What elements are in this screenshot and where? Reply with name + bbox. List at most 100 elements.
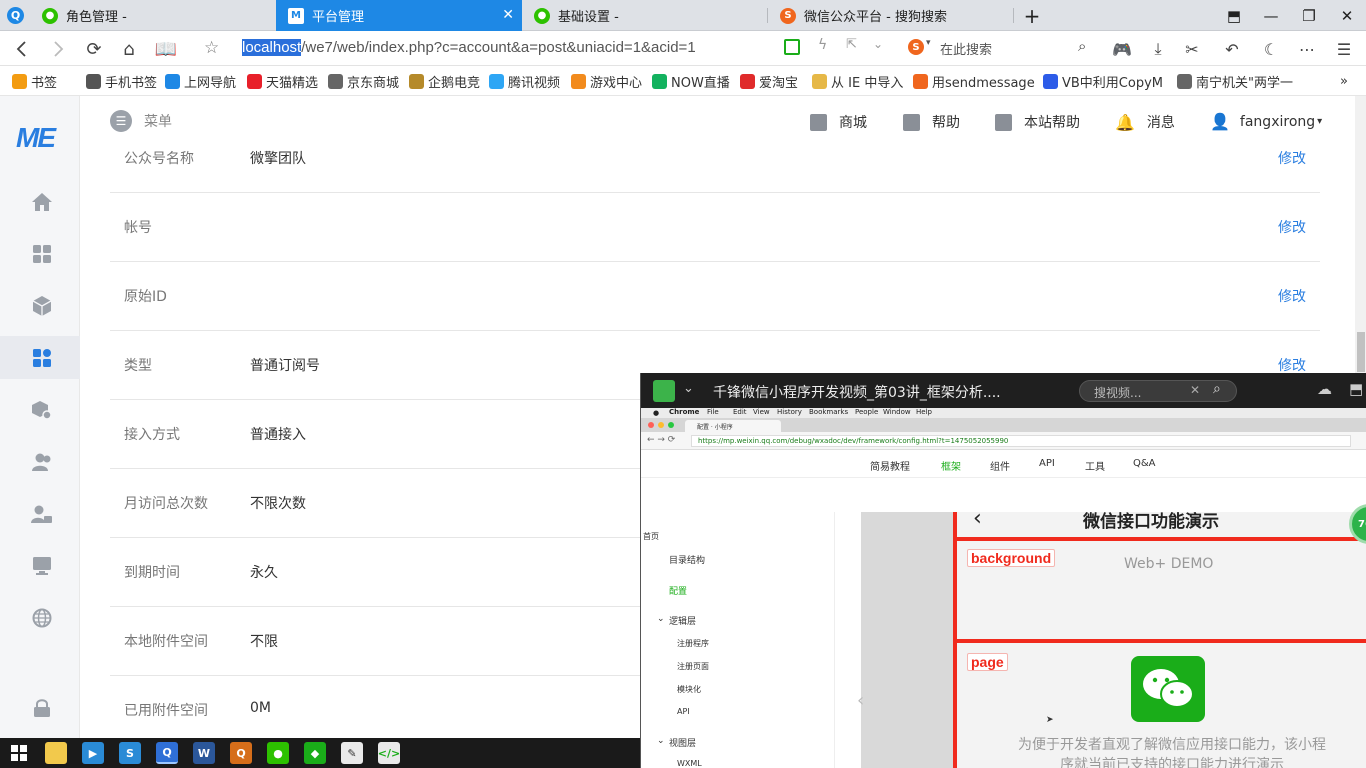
edit-link[interactable]: 修改 (1278, 286, 1306, 306)
gamepad-icon[interactable]: 🎮 (1110, 37, 1134, 61)
download-icon[interactable]: ⤓ (1146, 37, 1170, 61)
top-navigation: ☰ 菜单 商城 帮助 本站帮助 🔔 消息 👤 fangxirong ▾ (80, 96, 1355, 146)
site-help-link[interactable]: 本站帮助 (995, 112, 1080, 132)
browser-logo-icon[interactable]: Q (7, 7, 24, 24)
bookmark-label: 从 IE 中导入 (831, 75, 904, 91)
search-icon[interactable]: ⌕ (1078, 37, 1086, 55)
search-engine-dropdown-icon[interactable]: ▾ (926, 38, 931, 48)
close-tab-icon[interactable]: ✕ (502, 7, 514, 23)
edit-link[interactable]: 修改 (1278, 355, 1306, 375)
bookmark-item[interactable]: 京东商城 (328, 72, 399, 91)
menu-toggle[interactable]: ☰ 菜单 (110, 110, 172, 132)
doc-sidebar-item: 配置 (669, 587, 688, 597)
globe-icon[interactable] (28, 604, 56, 632)
browser-icon[interactable]: Q (156, 742, 178, 764)
player-logo-icon[interactable] (653, 380, 675, 402)
bookmark-item[interactable]: 天猫精选 (247, 72, 318, 91)
windows-start-icon[interactable] (8, 742, 30, 764)
cube-icon[interactable] (28, 292, 56, 320)
scissors-icon[interactable]: ✂ (1180, 37, 1204, 61)
user-dropdown[interactable]: 👤 fangxirong ▾ (1210, 112, 1322, 131)
skin-icon[interactable]: ☁ (1317, 380, 1332, 398)
bookmark-item[interactable]: 南宁机关"两学一 (1177, 72, 1293, 91)
word-icon[interactable]: W (193, 742, 215, 764)
we7-logo[interactable]: ME (16, 122, 56, 154)
bookmark-item[interactable]: 企鹅电竞 (409, 72, 481, 91)
tab-sogou-search[interactable]: S 微信公众平台 - 搜狗搜索 (768, 0, 1013, 31)
info-row: 原始ID 修改 (110, 262, 1320, 331)
search-icon[interactable]: ⌕ (1213, 381, 1237, 401)
bookmark-item[interactable]: 书签 (12, 72, 57, 91)
users-icon[interactable] (28, 448, 56, 476)
reader-mode-icon[interactable] (784, 39, 800, 55)
help-link[interactable]: 帮助 (903, 112, 960, 132)
bookmark-item[interactable]: NOW直播 (652, 72, 730, 91)
forward-button[interactable] (45, 36, 71, 62)
tab-menu-icon[interactable]: ⬒ (1215, 0, 1253, 31)
edit-link[interactable]: 修改 (1278, 148, 1306, 168)
menu-icon[interactable]: ☰ (1332, 37, 1356, 61)
bookmark-item[interactable]: 上网导航 (165, 72, 236, 91)
lightning-icon[interactable]: ϟ (818, 37, 827, 53)
more-bookmarks-icon[interactable]: » (1340, 72, 1348, 90)
bookmark-item[interactable]: 从 IE 中导入 (812, 72, 904, 91)
doc-sidebar-item: WXML (677, 759, 702, 768)
url-input[interactable]: localhost/we7/web/index.php?c=account&a=… (242, 39, 696, 56)
sogou-icon[interactable]: S (119, 742, 141, 764)
bookmark-item[interactable]: 手机书签 (86, 72, 157, 91)
back-button[interactable] (9, 36, 35, 62)
home-button[interactable]: ⌂ (116, 36, 142, 62)
tab-platform-management[interactable]: M 平台管理 ✕ (276, 0, 522, 31)
restore-button[interactable]: ❐ (1290, 0, 1328, 31)
messages-link[interactable]: 🔔 消息 (1115, 112, 1175, 132)
bookmark-item[interactable]: 游戏中心 (571, 72, 642, 91)
chevron-down-icon[interactable]: ⌄ (683, 381, 694, 396)
video-player-icon[interactable]: ▶ (82, 742, 104, 764)
chevron-down-icon[interactable]: ⌄ (873, 37, 883, 51)
apps-grid-icon[interactable] (28, 240, 56, 268)
bookmark-item[interactable]: VB中利用CopyM (1043, 72, 1163, 91)
user-lock-icon[interactable] (28, 500, 56, 528)
wechat-icon[interactable]: ● (267, 742, 289, 764)
bookmark-label: 企鹅电竞 (428, 75, 481, 91)
help-icon (903, 113, 920, 131)
qq-icon[interactable]: Q (230, 742, 252, 764)
minimize-button[interactable]: — (1252, 0, 1290, 31)
video-player-window[interactable]: ⌄ 千锋微信小程序开发视频_第03讲_框架分析.... 搜视频... ✕ ⌕ ☁… (640, 373, 1366, 768)
monitor-icon[interactable] (28, 552, 56, 580)
tencent-video-icon (489, 73, 504, 89)
bookmark-item[interactable]: 用sendmessage (913, 72, 1035, 91)
night-mode-icon[interactable]: ☾ (1259, 37, 1283, 61)
home-icon[interactable] (28, 188, 56, 216)
close-window-button[interactable]: ✕ (1328, 0, 1366, 31)
share-icon[interactable]: ⇱ (846, 37, 857, 52)
reload-button[interactable]: ⟳ (81, 36, 107, 62)
pin-icon[interactable]: ⬒ (1349, 380, 1363, 398)
more-icon[interactable]: ⋯ (1295, 37, 1319, 61)
bookmark-item[interactable]: 腾讯视频 (489, 72, 560, 91)
notepad-icon[interactable]: ✎ (341, 742, 363, 764)
mac-window-buttons (648, 422, 678, 428)
clear-icon[interactable]: ✕ (1190, 383, 1200, 397)
module-settings-icon[interactable] (28, 396, 56, 424)
code-editor-icon[interactable]: </> (378, 742, 400, 764)
tab-role-management[interactable]: ● 角色管理 - (30, 0, 275, 31)
url-box[interactable]: ☆ localhost/we7/web/index.php?c=account&… (196, 35, 900, 62)
tab-basic-settings[interactable]: ● 基础设置 - (522, 0, 767, 31)
page-scrollbar-thumb[interactable] (1357, 332, 1365, 372)
file-explorer-icon[interactable] (45, 742, 67, 764)
new-tab-button[interactable]: + (1013, 0, 1051, 31)
reader-icon[interactable]: 📖 (153, 36, 179, 62)
search-input[interactable]: 在此搜索 (940, 39, 992, 58)
star-icon[interactable]: ☆ (204, 38, 219, 58)
store-icon (810, 113, 827, 131)
search-box[interactable]: S ▾ 在此搜索 ⌕ (905, 35, 1100, 62)
undo-icon[interactable]: ↶ (1220, 37, 1244, 61)
bookmark-item[interactable]: 爱淘宝 (740, 72, 798, 91)
edit-link[interactable]: 修改 (1278, 217, 1306, 237)
lock-icon[interactable] (28, 694, 56, 722)
doc-nav: 简易教程 框架 组件 API 工具 Q&A (641, 450, 1366, 478)
mall-link[interactable]: 商城 (810, 112, 867, 132)
platform-apps-icon[interactable] (28, 344, 56, 372)
wechat-devtools-icon[interactable]: ◆ (304, 742, 326, 764)
